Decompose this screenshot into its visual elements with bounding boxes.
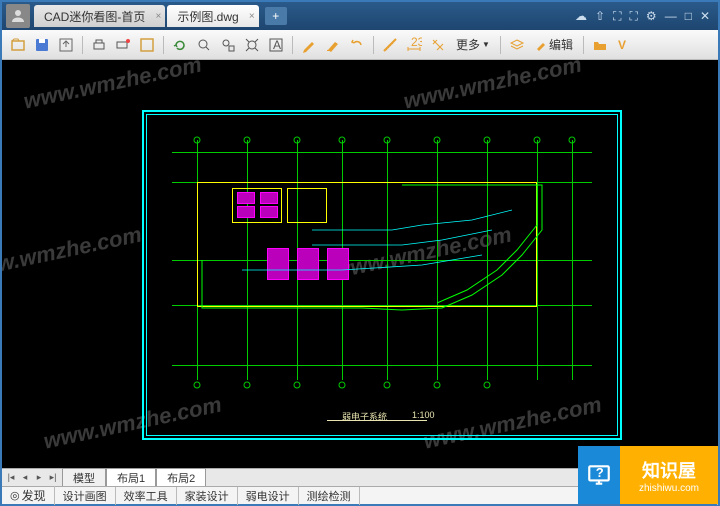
window-controls: ☁ ⇧ ⛶ ⛶ ⚙ — □ ✕ [575, 9, 718, 24]
expand-icon[interactable]: ⛶ [613, 9, 621, 24]
toolbar: A 23 更多▼ 编辑 V [2, 30, 718, 60]
tab-home[interactable]: CAD迷你看图-首页 × [34, 5, 165, 27]
text-button[interactable]: A [266, 35, 286, 55]
branding-badge: ? 知识屋 zhishiwu.com [578, 446, 718, 504]
zoom-button[interactable] [194, 35, 214, 55]
drawing-canvas[interactable]: www.wmzhe.com www.wmzhe.com www.wmzhe.co… [2, 60, 718, 468]
minimize-icon[interactable]: — [665, 9, 677, 24]
brand-url: zhishiwu.com [639, 483, 699, 494]
panel-tools[interactable]: 效率工具 [116, 487, 177, 505]
maximize-icon[interactable]: □ [685, 9, 692, 24]
panel-survey[interactable]: 测绘检测 [299, 487, 360, 505]
brand-name: 知识屋 [642, 457, 696, 483]
share-icon[interactable]: ⇧ [595, 9, 605, 24]
watermark: www.wmzhe.com [21, 60, 204, 115]
dimension-button[interactable]: 23 [404, 35, 424, 55]
vip-button[interactable]: V [614, 35, 634, 55]
svg-text:?: ? [596, 465, 604, 480]
tab-label: 示例图.dwg [177, 8, 238, 25]
titlebar: CAD迷你看图-首页 × 示例图.dwg × + ☁ ⇧ ⛶ ⛶ ⚙ — □ ✕ [2, 2, 718, 30]
cloud-icon[interactable]: ☁ [575, 9, 587, 24]
panel-design[interactable]: 设计画图 [55, 487, 116, 505]
print-area-button[interactable] [113, 35, 133, 55]
prev-icon[interactable]: ◂ [18, 472, 32, 483]
layers-button[interactable] [507, 35, 527, 55]
close-icon[interactable]: × [249, 11, 255, 22]
zoom-extents-button[interactable] [242, 35, 262, 55]
drawing-title: 弱电子系统 [342, 410, 387, 423]
close-icon[interactable]: × [156, 11, 162, 22]
next-icon[interactable]: ▸ [32, 472, 46, 483]
close-icon[interactable]: ✕ [700, 9, 710, 24]
new-tab-button[interactable]: + [265, 7, 287, 25]
brand-text: 知识屋 zhishiwu.com [620, 446, 718, 504]
print-button[interactable] [89, 35, 109, 55]
svg-text:V: V [618, 38, 626, 52]
open-button[interactable] [8, 35, 28, 55]
tab-layout1[interactable]: 布局1 [106, 468, 156, 488]
settings-icon[interactable]: ⚙ [646, 9, 657, 24]
fullscreen-icon[interactable]: ⛶ [630, 9, 638, 24]
watermark: www.wmzhe.com [2, 221, 144, 284]
measure2-button[interactable] [428, 35, 448, 55]
export-button[interactable] [56, 35, 76, 55]
panel-home[interactable]: 家装设计 [177, 487, 238, 505]
panel-discover[interactable]: ◎发现 [2, 486, 55, 505]
svg-text:23: 23 [411, 37, 422, 49]
drawing-scale: 1:100 [412, 410, 435, 420]
tab-nav: |◂ ◂ ▸ ▸| [2, 472, 62, 483]
pencil-button[interactable] [299, 35, 319, 55]
frame-button[interactable] [137, 35, 157, 55]
svg-text:A: A [273, 38, 281, 52]
undo-button[interactable] [347, 35, 367, 55]
user-avatar[interactable] [6, 4, 30, 28]
tab-layout2[interactable]: 布局2 [156, 468, 206, 488]
tab-model[interactable]: 模型 [62, 468, 106, 488]
cad-drawing: 弱电子系统 1:100 [142, 110, 622, 440]
panel-lowvolt[interactable]: 弱电设计 [238, 487, 299, 505]
brand-icon: ? [578, 446, 620, 504]
refresh-button[interactable] [170, 35, 190, 55]
more-button[interactable]: 更多▼ [452, 36, 494, 53]
edit-button[interactable]: 编辑 [531, 36, 577, 53]
tab-label: CAD迷你看图-首页 [44, 8, 145, 25]
save-button[interactable] [32, 35, 52, 55]
watermark: www.wmzhe.com [401, 60, 584, 115]
measure-button[interactable] [380, 35, 400, 55]
last-icon[interactable]: ▸| [46, 472, 60, 483]
first-icon[interactable]: |◂ [4, 472, 18, 483]
folder-button[interactable] [590, 35, 610, 55]
highlight-button[interactable] [323, 35, 343, 55]
tab-file[interactable]: 示例图.dwg × [167, 5, 258, 27]
zoom-window-button[interactable] [218, 35, 238, 55]
